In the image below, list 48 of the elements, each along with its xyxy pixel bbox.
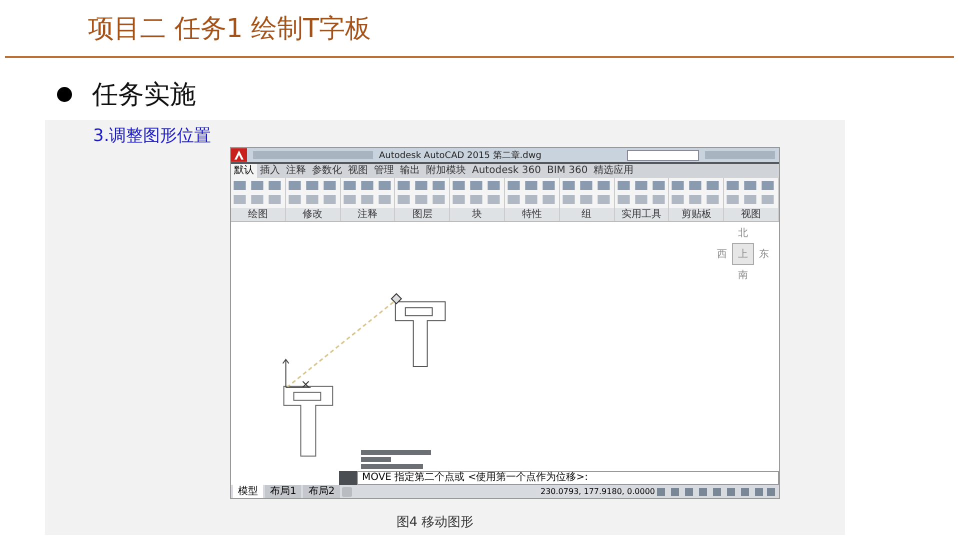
bullet-text: 任务实施: [92, 78, 196, 112]
layout-tab[interactable]: 布局2: [303, 485, 340, 498]
ribbon-tab[interactable]: 附加模块: [423, 164, 469, 178]
status-icons-drawing[interactable]: [657, 486, 777, 496]
ribbon-tab[interactable]: 视图: [345, 164, 371, 178]
panel-label[interactable]: 注释: [340, 208, 394, 221]
grip-icon: [390, 292, 402, 304]
slide-title: 项目二 任务1 绘制T字板: [87, 12, 371, 46]
window-title: Autodesk AutoCAD 2015 第二章.dwg: [379, 150, 542, 162]
layout-tab[interactable]: 模型: [233, 485, 263, 498]
compass-label: 北: [738, 226, 748, 240]
command-history-bar: [361, 457, 391, 462]
panel-label[interactable]: 块: [450, 208, 504, 221]
coordinates-readout: 230.0793, 177.9180, 0.0000: [540, 487, 655, 496]
add-layout-button[interactable]: [342, 486, 352, 496]
ribbon-tab[interactable]: 默认: [231, 164, 257, 178]
panel-label[interactable]: 实用工具: [614, 208, 668, 221]
step-heading: 3.调整图形位置: [93, 126, 212, 147]
command-history-bar: [361, 464, 423, 469]
app-logo-icon[interactable]: [231, 148, 247, 162]
panel-label[interactable]: 组: [560, 208, 614, 221]
ribbon-tab[interactable]: Autodesk 360: [469, 164, 544, 178]
command-history-bar: [361, 450, 431, 455]
ribbon-tab[interactable]: BIM 360: [544, 164, 591, 178]
panel-label[interactable]: 特性: [504, 208, 559, 221]
panel-label[interactable]: 图层: [395, 208, 450, 221]
ribbon-tab[interactable]: 精选应用: [590, 164, 637, 178]
panel-label[interactable]: 绘图: [231, 208, 285, 221]
layout-tab[interactable]: 布局1: [265, 485, 302, 498]
ribbon-tab[interactable]: 参数化: [309, 164, 345, 178]
ribbon-tab[interactable]: 输出: [397, 164, 423, 178]
ucs-icon: [282, 358, 312, 388]
t-shape-drawing: [283, 386, 334, 457]
t-shape-drawing: [394, 301, 446, 367]
figure-caption: 图4 移动图形: [395, 514, 475, 531]
ribbon-tab[interactable]: 管理: [371, 164, 397, 178]
ribbon-tab[interactable]: 插入: [257, 164, 283, 178]
compass-label: 南: [738, 268, 748, 282]
crosshair-icon: [302, 380, 310, 388]
panel-label[interactable]: 剪贴板: [669, 208, 724, 221]
compass-label: 东: [759, 248, 769, 261]
command-line-field[interactable]: MOVE 指定第二个点或 <使用第一个点作为位移>:: [357, 471, 779, 485]
ribbon-tab[interactable]: 注释: [283, 164, 309, 178]
panel-label[interactable]: 修改: [286, 208, 340, 221]
bullet-dot: [57, 86, 72, 102]
compass-label: 西: [717, 248, 727, 261]
search-field[interactable]: [627, 150, 699, 160]
panel-label[interactable]: 视图: [724, 208, 778, 221]
